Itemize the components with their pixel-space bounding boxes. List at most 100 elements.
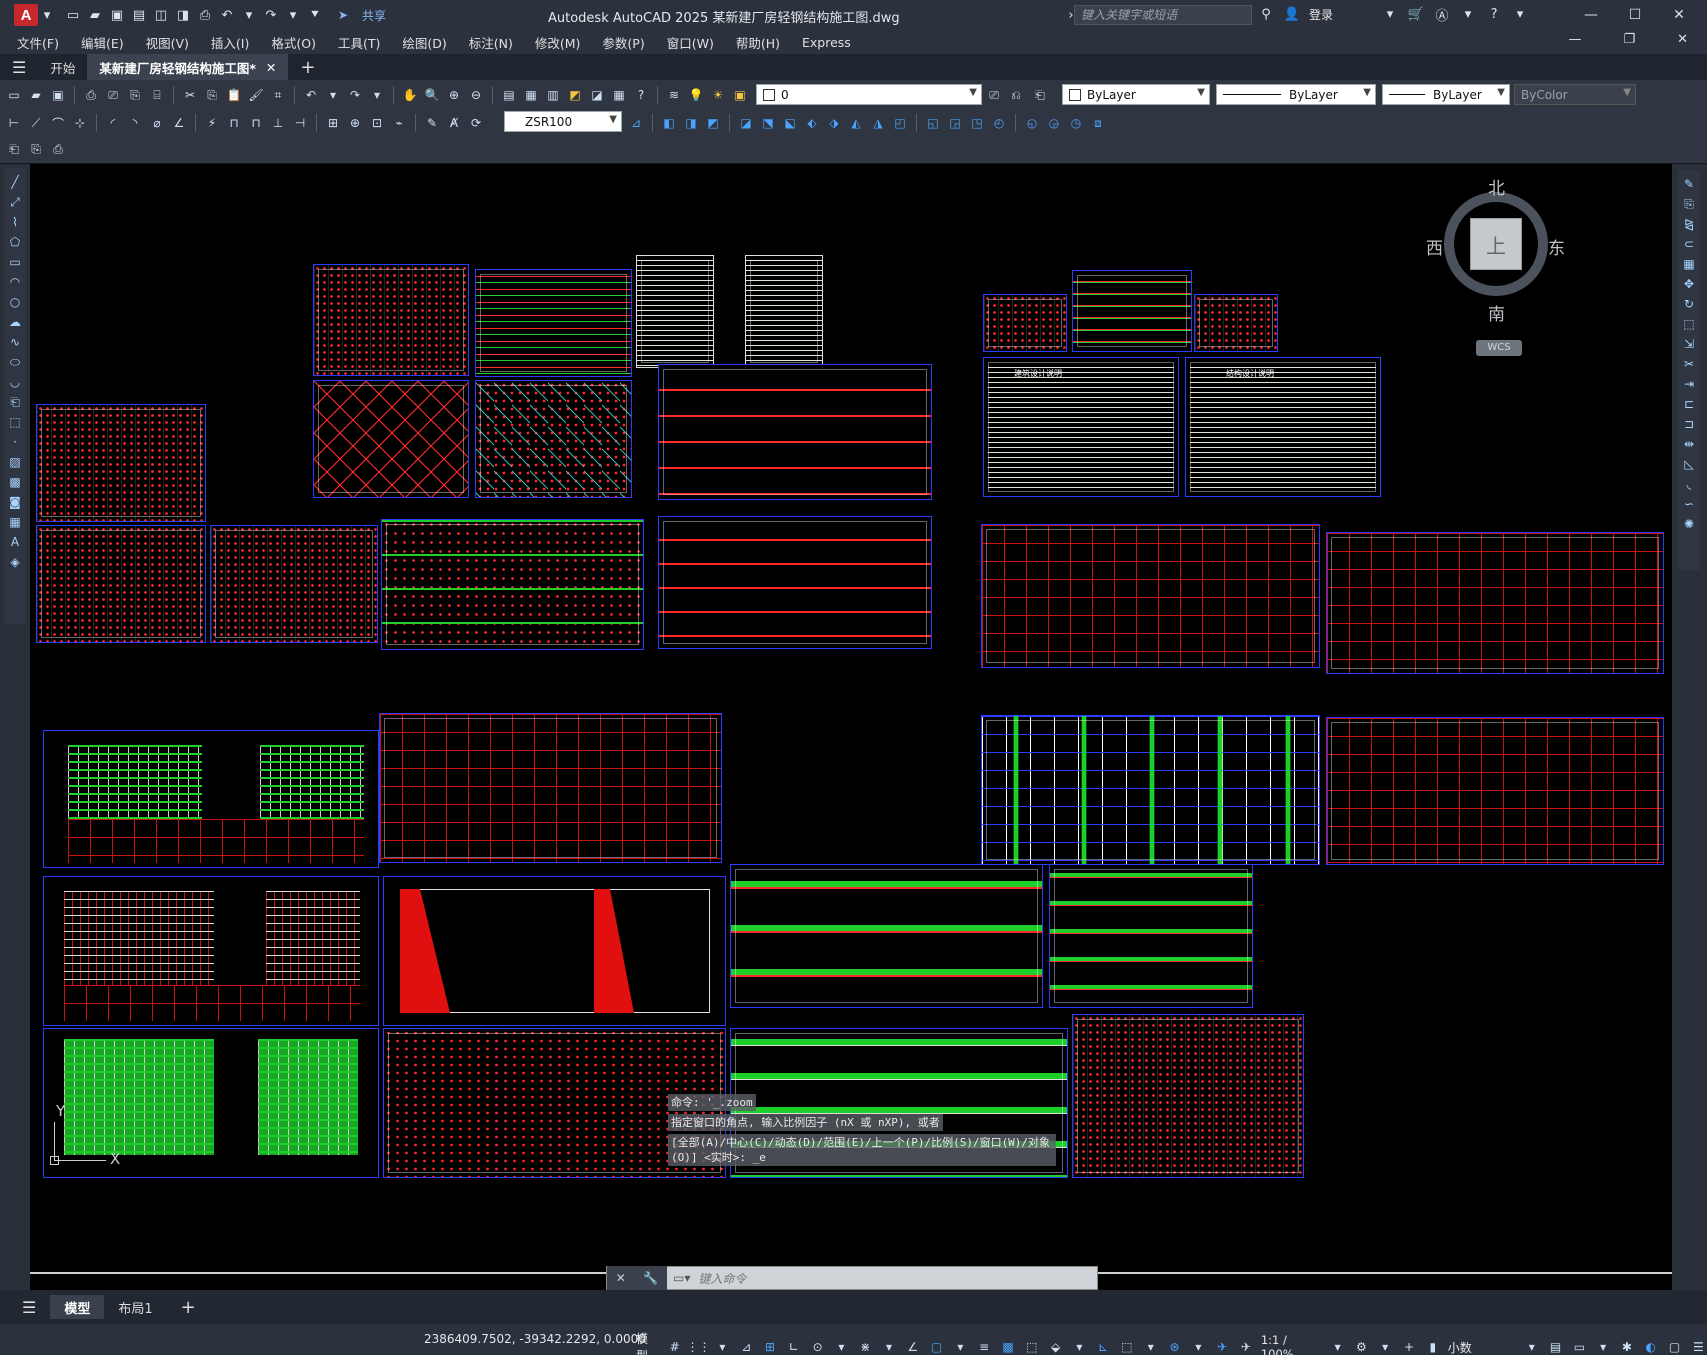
viewcube-east-label[interactable]: 东 xyxy=(1548,234,1565,259)
color-dropdown[interactable]: ByLayer ▼ xyxy=(1062,84,1210,105)
match-properties-icon[interactable]: 🖌 xyxy=(246,85,266,105)
external-reference-icon[interactable]: ⎘ xyxy=(26,139,46,159)
3d-osnap-dropdown-icon[interactable]: ▾ xyxy=(1070,1338,1088,1355)
publish-icon[interactable]: ⎘ xyxy=(125,85,145,105)
polyline-icon[interactable]: ⌇ xyxy=(7,214,23,230)
recent-commands-icon[interactable]: ▭▾ xyxy=(673,1271,690,1285)
doc-minimize-icon[interactable]: — xyxy=(1557,32,1592,47)
3d-print-icon[interactable]: ⌸ xyxy=(147,85,167,105)
dim-update-icon[interactable]: ⟳ xyxy=(466,113,486,133)
taper-faces-icon[interactable]: ◭ xyxy=(846,113,866,133)
snap-dropdown-icon[interactable]: ▾ xyxy=(714,1338,732,1355)
ortho-icon[interactable]: ∟ xyxy=(785,1338,803,1355)
delete-faces-icon[interactable]: ⬖ xyxy=(802,113,822,133)
rotate-icon[interactable]: ↻ xyxy=(1681,296,1697,312)
auto-scale-icon[interactable]: ✈ xyxy=(1237,1338,1255,1355)
drawing-canvas[interactable]: 建筑设计说明 结构设计说明 上 北 南 西 东 WCS Y X 命令: '_.z… xyxy=(30,164,1672,1290)
menu-window[interactable]: 窗口(W) xyxy=(656,33,725,52)
dynamic-ucs-icon[interactable]: ⊾ xyxy=(1094,1338,1112,1355)
angular-dim-icon[interactable]: ∠ xyxy=(169,113,189,133)
gizmo-dropdown-icon[interactable]: ▾ xyxy=(1189,1338,1207,1355)
transparency-icon[interactable]: ▩ xyxy=(999,1338,1017,1355)
block-editor-icon[interactable]: ⌗ xyxy=(268,85,288,105)
menu-parametric[interactable]: 参数(P) xyxy=(591,33,655,52)
command-customize-icon[interactable]: 🔧 xyxy=(643,1271,658,1285)
add-layout-button[interactable]: + xyxy=(167,1295,210,1319)
save-as-icon[interactable]: ▤ xyxy=(130,6,148,24)
dim-text-edit-icon[interactable]: Ⱥ xyxy=(444,113,464,133)
share-icon[interactable]: ➤ xyxy=(334,6,352,24)
add-selected-icon[interactable]: ◈ xyxy=(7,554,23,570)
linear-dim-icon[interactable]: ⊢ xyxy=(4,113,24,133)
redo-dropdown-icon[interactable]: ▾ xyxy=(284,6,302,24)
login-button[interactable]: 登录 xyxy=(1309,6,1333,23)
viewcube[interactable]: 上 北 南 西 东 WCS xyxy=(1426,172,1565,356)
object-snap-icon[interactable]: ▢ xyxy=(928,1338,946,1355)
point-icon[interactable]: · xyxy=(7,434,23,450)
mirror-icon[interactable]: ⧎ xyxy=(1681,216,1697,232)
menu-express[interactable]: Express xyxy=(791,35,862,50)
selection-filter-icon[interactable]: ⬚ xyxy=(1118,1338,1136,1355)
blend-curves-icon[interactable]: ∽ xyxy=(1681,496,1697,512)
help-dropdown-icon[interactable]: ▾ xyxy=(1511,5,1529,23)
help-search-input[interactable]: 键入关键字或短语 xyxy=(1074,5,1252,25)
annotation-scale-dropdown-icon[interactable]: ▾ xyxy=(1329,1338,1347,1355)
tool-palettes-icon[interactable]: ▥ xyxy=(543,85,563,105)
tolerance-icon[interactable]: ⊞ xyxy=(323,113,343,133)
app-menu-chevron-icon[interactable]: ▾ xyxy=(38,6,56,24)
jogged-linear-icon[interactable]: ⌁ xyxy=(389,113,409,133)
workspace-dropdown-icon[interactable]: ▾ xyxy=(1376,1338,1394,1355)
erase-icon[interactable]: ✎ xyxy=(1681,176,1697,192)
layer-on-icon[interactable]: 💡 xyxy=(686,85,706,105)
make-object-layer-current-icon[interactable]: ⎚ xyxy=(984,85,1004,105)
layer-previous-icon[interactable]: ⎌ xyxy=(1006,85,1026,105)
graphics-performance-icon[interactable]: ◐ xyxy=(1642,1338,1660,1355)
revision-cloud-icon[interactable]: ☁ xyxy=(7,314,23,330)
menu-dimension[interactable]: 标注(N) xyxy=(458,33,524,52)
clean-icon[interactable]: ◴ xyxy=(989,113,1009,133)
jogged-dim-icon[interactable]: ◝ xyxy=(125,113,145,133)
redo-list-icon[interactable]: ▾ xyxy=(367,85,387,105)
ellipse-icon[interactable]: ⬭ xyxy=(7,354,23,370)
minimize-icon[interactable]: — xyxy=(1569,3,1613,27)
union-icon[interactable]: ◧ xyxy=(659,113,679,133)
radius-dim-icon[interactable]: ◜ xyxy=(103,113,123,133)
lock-ui-icon[interactable]: ▭ xyxy=(1570,1338,1588,1355)
baseline-dim-icon[interactable]: ⊓ xyxy=(224,113,244,133)
layer-states-icon[interactable]: ⎗ xyxy=(1030,85,1050,105)
plot-preview-icon[interactable]: ⎚ xyxy=(103,85,123,105)
menu-file[interactable]: 文件(F) xyxy=(6,33,70,52)
grid-icon[interactable]: # xyxy=(666,1338,684,1355)
undo-list-icon[interactable]: ▾ xyxy=(323,85,343,105)
units-dropdown-icon[interactable]: ▾ xyxy=(1523,1338,1541,1355)
extrude-faces-icon[interactable]: ◪ xyxy=(736,113,756,133)
command-input[interactable]: 键入命令 xyxy=(690,1270,1097,1287)
insert-block-draw-icon[interactable]: ⎗ xyxy=(7,394,23,410)
lineweight-icon[interactable]: ≡ xyxy=(975,1338,993,1355)
move-icon[interactable]: ✥ xyxy=(1681,276,1697,292)
save-web-icon[interactable]: ◨ xyxy=(174,6,192,24)
isodraft-icon[interactable]: ⋇ xyxy=(856,1338,874,1355)
3d-osnap-icon[interactable]: ⬙ xyxy=(1047,1338,1065,1355)
doc-close-icon[interactable]: ✕ xyxy=(1666,32,1699,47)
plotstyle-dropdown[interactable]: ByColor ▼ xyxy=(1514,84,1636,105)
zoom-window-icon[interactable]: ⊕ xyxy=(444,85,464,105)
plot-toolbar-icon[interactable]: ⎙ xyxy=(81,85,101,105)
viewcube-north-label[interactable]: 北 xyxy=(1488,174,1505,199)
viewcube-south-label[interactable]: 南 xyxy=(1488,300,1505,325)
infer-constraints-icon[interactable]: ⊿ xyxy=(737,1338,755,1355)
tab-layout1[interactable]: 布局1 xyxy=(104,1295,166,1319)
open-folder-icon[interactable]: ▰ xyxy=(86,6,104,24)
object-snap-tracking-icon[interactable]: ∠ xyxy=(904,1338,922,1355)
polygon-icon[interactable]: ⬠ xyxy=(7,234,23,250)
inspection-icon[interactable]: ⊡ xyxy=(367,113,387,133)
dimstyle-manager-icon[interactable]: ⊿ xyxy=(626,113,646,133)
extend-icon[interactable]: ⇥ xyxy=(1681,376,1697,392)
tab-close-icon[interactable]: ✕ xyxy=(266,60,276,75)
cut-icon[interactable]: ✂ xyxy=(180,85,200,105)
quick-dim-icon[interactable]: ⚡ xyxy=(202,113,222,133)
isodraft-dropdown-icon[interactable]: ▾ xyxy=(880,1338,898,1355)
zoom-previous-icon[interactable]: ⊖ xyxy=(466,85,486,105)
move-faces-icon[interactable]: ⬔ xyxy=(758,113,778,133)
help-toolbar-icon[interactable]: ? xyxy=(631,85,651,105)
